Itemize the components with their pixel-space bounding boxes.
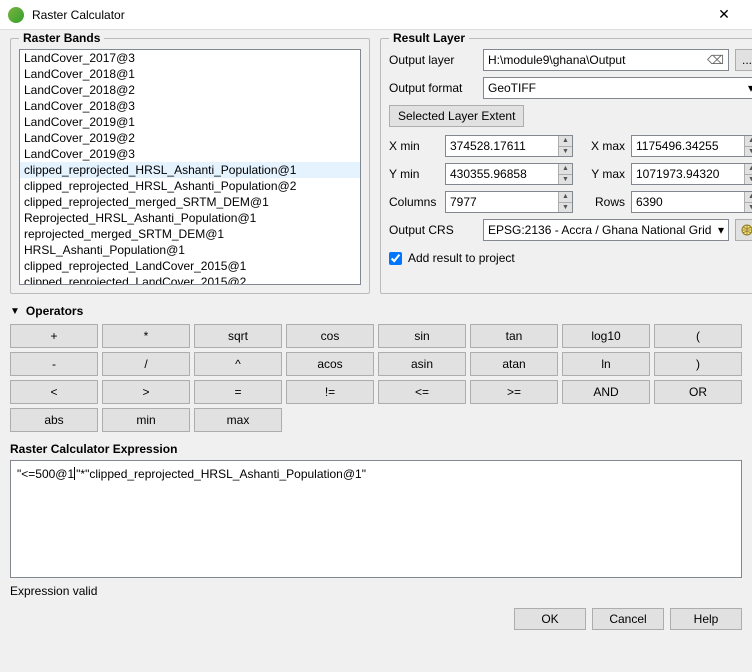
raster-band-item[interactable]: Reprojected_HRSL_Ashanti_Population@1: [20, 210, 360, 226]
qgis-icon: [8, 7, 24, 23]
raster-band-item[interactable]: LandCover_2017@3: [20, 50, 360, 66]
raster-band-item[interactable]: LandCover_2019@3: [20, 146, 360, 162]
close-icon[interactable]: ✕: [704, 6, 744, 23]
cancel-button[interactable]: Cancel: [592, 608, 664, 630]
operator-button[interactable]: OR: [654, 380, 742, 404]
xmin-input[interactable]: ▲▼: [445, 135, 573, 157]
result-layer-title: Result Layer: [389, 31, 469, 45]
operator-button[interactable]: <: [10, 380, 98, 404]
operator-button[interactable]: >: [102, 380, 190, 404]
add-result-checkbox[interactable]: [389, 252, 402, 265]
operator-button[interactable]: min: [102, 408, 190, 432]
raster-band-item[interactable]: LandCover_2018@3: [20, 98, 360, 114]
operators-title: Operators: [26, 304, 83, 318]
ymin-label: Y min: [389, 167, 439, 181]
raster-band-item[interactable]: clipped_reprojected_LandCover_2015@2: [20, 274, 360, 285]
columns-label: Columns: [389, 195, 439, 209]
clear-icon[interactable]: ⌫: [707, 53, 724, 67]
up-icon[interactable]: ▲: [559, 136, 572, 147]
raster-band-item[interactable]: clipped_reprojected_merged_SRTM_DEM@1: [20, 194, 360, 210]
output-crs-label: Output CRS: [389, 223, 477, 237]
operator-button[interactable]: ): [654, 352, 742, 376]
title-bar: Raster Calculator ✕: [0, 0, 752, 30]
operator-button[interactable]: sin: [378, 324, 466, 348]
ymin-input[interactable]: ▲▼: [445, 163, 573, 185]
operator-button[interactable]: AND: [562, 380, 650, 404]
down-icon[interactable]: ▼: [559, 147, 572, 157]
xmin-label: X min: [389, 139, 439, 153]
operator-button[interactable]: (: [654, 324, 742, 348]
ymax-input[interactable]: ▲▼: [631, 163, 752, 185]
raster-band-item[interactable]: clipped_reprojected_HRSL_Ashanti_Populat…: [20, 162, 360, 178]
raster-band-item[interactable]: LandCover_2019@2: [20, 130, 360, 146]
operator-button[interactable]: cos: [286, 324, 374, 348]
operators-row-extra: absminmax: [10, 408, 742, 432]
operator-button[interactable]: atan: [470, 352, 558, 376]
raster-band-item[interactable]: reprojected_merged_SRTM_DEM@1: [20, 226, 360, 242]
status-text: Expression valid: [10, 584, 742, 598]
operator-button[interactable]: /: [102, 352, 190, 376]
operator-button[interactable]: <=: [378, 380, 466, 404]
raster-bands-title: Raster Bands: [19, 31, 104, 45]
operator-button[interactable]: !=: [286, 380, 374, 404]
operator-button[interactable]: *: [102, 324, 190, 348]
output-format-combo[interactable]: GeoTIFF ▾: [483, 77, 752, 99]
add-result-label[interactable]: Add result to project: [408, 251, 515, 265]
output-layer-input[interactable]: H:\module9\ghana\Output ⌫: [483, 49, 729, 71]
xmax-label: X max: [579, 139, 625, 153]
operators-toggle[interactable]: ▼ Operators: [10, 304, 742, 318]
operator-button[interactable]: ^: [194, 352, 282, 376]
output-format-label: Output format: [389, 81, 477, 95]
ymax-label: Y max: [579, 167, 625, 181]
operator-button[interactable]: =: [194, 380, 282, 404]
selected-layer-extent-button[interactable]: Selected Layer Extent: [389, 105, 524, 127]
raster-bands-group: Raster Bands LandCover_2017@3LandCover_2…: [10, 38, 370, 294]
output-crs-combo[interactable]: EPSG:2136 - Accra / Ghana National Grid …: [483, 219, 729, 241]
expression-title: Raster Calculator Expression: [10, 442, 742, 456]
crs-picker-button[interactable]: [735, 219, 752, 241]
operators-grid: +*sqrtcossintanlog10( -/^acosasinatanln) <…: [10, 324, 742, 404]
raster-band-item[interactable]: clipped_reprojected_LandCover_2015@1: [20, 258, 360, 274]
raster-band-item[interactable]: LandCover_2018@1: [20, 66, 360, 82]
operator-button[interactable]: abs: [10, 408, 98, 432]
operator-button[interactable]: asin: [378, 352, 466, 376]
columns-input[interactable]: ▲▼: [445, 191, 573, 213]
operator-button[interactable]: >=: [470, 380, 558, 404]
help-button[interactable]: Help: [670, 608, 742, 630]
result-layer-group: Result Layer Output layer H:\module9\gha…: [380, 38, 752, 294]
window-title: Raster Calculator: [32, 8, 704, 22]
operator-button[interactable]: +: [10, 324, 98, 348]
operator-button[interactable]: tan: [470, 324, 558, 348]
operator-button[interactable]: -: [10, 352, 98, 376]
output-layer-label: Output layer: [389, 53, 477, 67]
raster-bands-list[interactable]: LandCover_2017@3LandCover_2018@1LandCove…: [19, 49, 361, 285]
raster-band-item[interactable]: LandCover_2019@1: [20, 114, 360, 130]
rows-input[interactable]: ▲▼: [631, 191, 752, 213]
ok-button[interactable]: OK: [514, 608, 586, 630]
browse-button[interactable]: ...: [735, 49, 752, 71]
operator-button[interactable]: sqrt: [194, 324, 282, 348]
triangle-down-icon: ▼: [10, 306, 20, 317]
raster-band-item[interactable]: clipped_reprojected_HRSL_Ashanti_Populat…: [20, 178, 360, 194]
operator-button[interactable]: log10: [562, 324, 650, 348]
operator-button[interactable]: acos: [286, 352, 374, 376]
globe-icon: [740, 223, 752, 237]
chevron-down-icon: ▾: [748, 81, 752, 95]
operator-button[interactable]: max: [194, 408, 282, 432]
rows-label: Rows: [579, 195, 625, 209]
raster-band-item[interactable]: HRSL_Ashanti_Population@1: [20, 242, 360, 258]
chevron-down-icon: ▾: [718, 223, 724, 237]
raster-band-item[interactable]: LandCover_2018@2: [20, 82, 360, 98]
xmax-input[interactable]: ▲▼: [631, 135, 752, 157]
expression-textarea[interactable]: "<=500@1"*"clipped_reprojected_HRSL_Asha…: [10, 460, 742, 578]
operator-button[interactable]: ln: [562, 352, 650, 376]
